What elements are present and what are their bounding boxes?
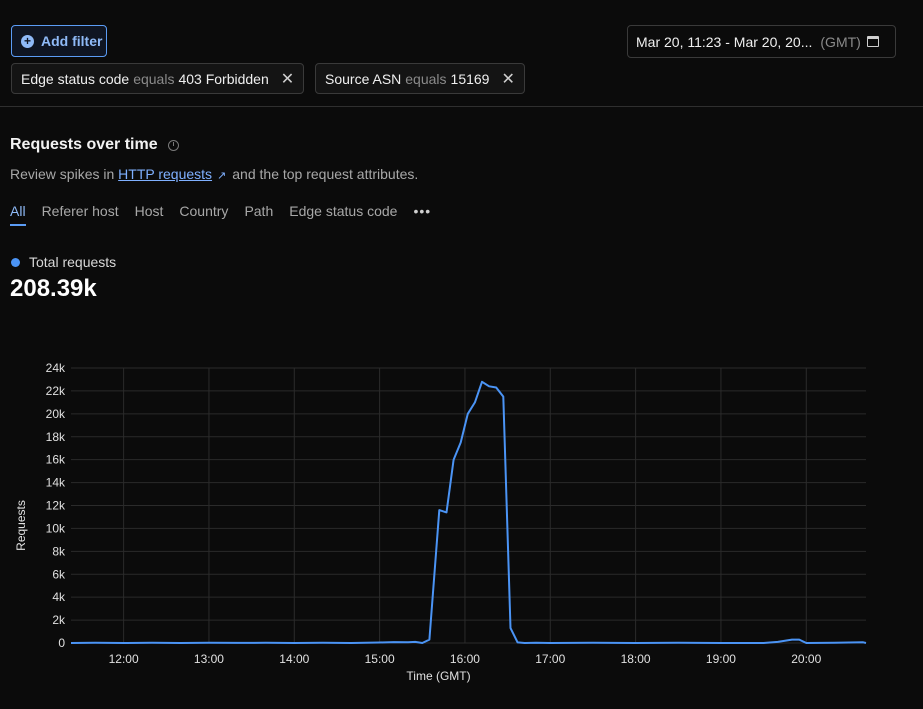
calendar-icon [866,36,879,47]
y-tick-label: 20k [46,407,66,421]
filter-field: Source ASN [325,70,402,87]
tab-path[interactable]: Path [244,203,273,226]
section-title: Requests over time [10,136,179,154]
add-filter-button[interactable]: + Add filter [11,25,107,57]
x-tick-label: 16:00 [450,652,480,666]
y-tick-label: 0 [58,636,65,650]
clock-icon[interactable] [167,139,179,151]
y-tick-label: 12k [46,499,66,513]
section-title-text: Requests over time [10,136,158,153]
desc-prefix: Review spikes in [10,166,115,182]
x-tick-label: 20:00 [791,652,821,666]
y-tick-label: 14k [46,476,66,490]
y-tick-label: 22k [46,384,66,398]
filter-field: Edge status code [21,70,130,87]
date-range-picker[interactable]: Mar 20, 11:23 - Mar 20, 20... (GMT) [627,25,896,58]
date-range-label: Mar 20, 11:23 - Mar 20, 20... [636,33,813,50]
x-tick-label: 18:00 [621,652,651,666]
desc-suffix: and the top request attributes. [232,166,419,182]
plus-icon: + [21,34,34,48]
tab-all[interactable]: All [10,203,26,226]
divider [0,106,923,107]
legend-dot [11,257,20,267]
tab-referer-host[interactable]: Referer host [42,203,119,226]
y-tick-label: 16k [46,453,66,467]
y-tick-label: 2k [52,613,66,627]
y-tick-label: 10k [46,521,66,535]
tab-host[interactable]: Host [135,203,164,226]
tab-edge-status-code[interactable]: Edge status code [289,203,397,226]
x-axis-label: Time (GMT) [406,669,470,683]
requests-line-chart: 0 2k 4k 6k 8k 10k 12k 14k 16k 18k 20k 22k 24k 12:00 13… [14,361,867,683]
total-requests-value: 208.39k [10,275,97,302]
legend: Total requests [11,254,116,270]
close-icon[interactable]: ✕ [501,69,514,89]
y-tick-label: 24k [46,361,66,375]
filter-value: 15169 [450,70,490,87]
more-icon[interactable]: ••• [413,203,431,226]
breakdown-tabs: All Referer host Host Country Path Edge … [10,203,431,226]
x-tick-label: 19:00 [706,652,736,666]
x-tick-label: 17:00 [535,652,565,666]
y-tick-label: 18k [46,430,66,444]
filter-chip-status-code[interactable]: Edge status code equals 403 Forbidden ✕ [11,63,305,94]
y-tick-label: 6k [52,567,66,581]
filter-value: 403 Forbidden [178,70,269,87]
x-tick-label: 13:00 [194,652,224,666]
x-tick-label: 12:00 [109,652,139,666]
y-tick-label: 8k [52,544,66,558]
series-line-total-requests [70,380,867,644]
filter-operator: equals [133,70,175,87]
x-tick-label: 14:00 [279,652,309,666]
timezone-label: (GMT) [820,33,861,50]
filter-chip-source-asn[interactable]: Source ASN equals 15169 ✕ [315,63,525,94]
legend-label: Total requests [29,254,117,270]
external-link-icon: ↗ [217,170,227,182]
filter-operator: equals [405,70,447,87]
y-tick-label: 4k [52,590,66,604]
section-description: Review spikes in HTTP requests ↗ and the t… [10,166,418,182]
y-axis-label: Requests [14,500,28,551]
x-tick-label: 15:00 [365,652,395,666]
http-requests-link[interactable]: HTTP requests [118,166,212,182]
add-filter-label: Add filter [41,33,103,49]
tab-country[interactable]: Country [179,203,228,226]
close-icon[interactable]: ✕ [281,69,294,89]
